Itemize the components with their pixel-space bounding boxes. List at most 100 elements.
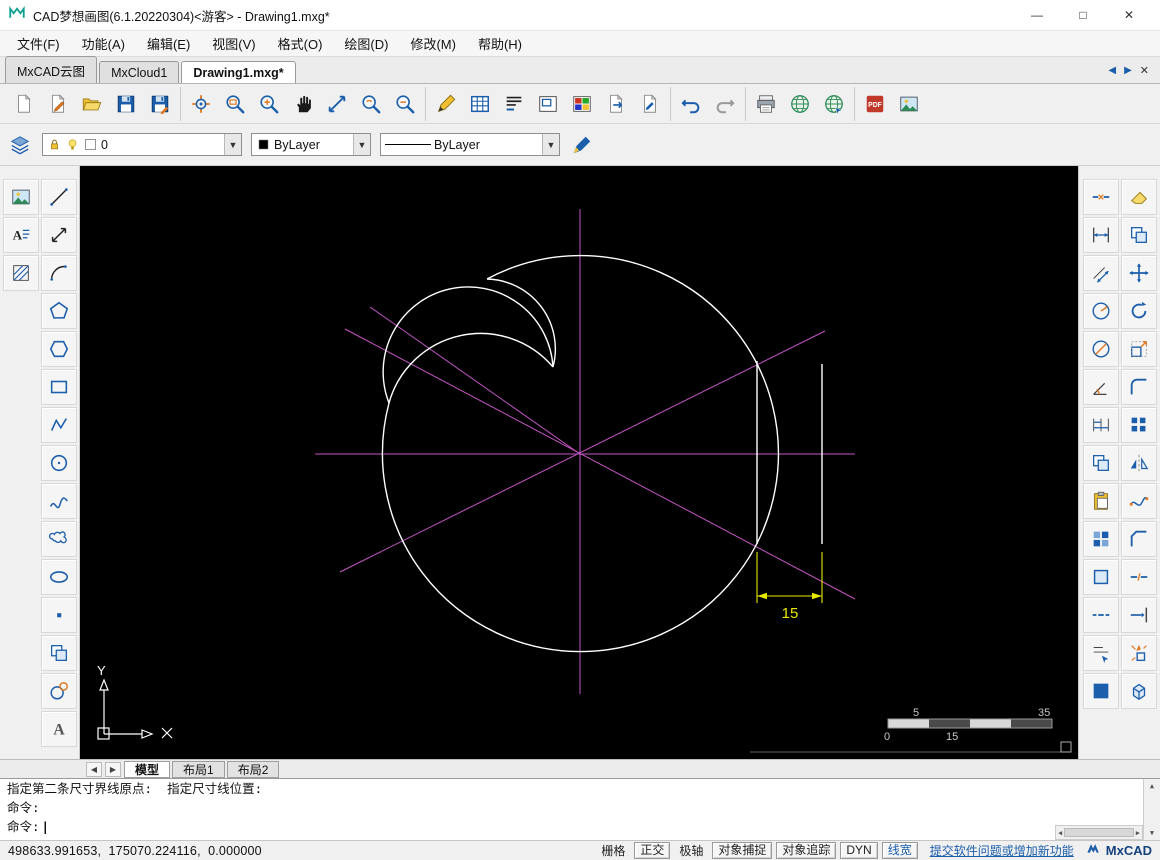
arc-icon[interactable] <box>40 255 77 291</box>
status-toggle-正交[interactable]: 正交 <box>634 842 671 859</box>
command-line-1[interactable]: 指定第二条尺寸界线原点: 指定尺寸线位置: <box>0 779 1143 798</box>
zoom-out-icon[interactable] <box>388 88 422 120</box>
save-as-icon[interactable] <box>143 88 177 120</box>
explode-icon[interactable] <box>1120 635 1157 671</box>
feedback-link[interactable]: 提交软件问题或增加新功能 <box>930 842 1074 859</box>
command-line-2[interactable]: 命令: <box>0 798 1143 817</box>
viewport-grip[interactable] <box>1060 741 1072 753</box>
copy-object-icon[interactable] <box>40 635 77 671</box>
rectangle-icon[interactable] <box>40 369 77 405</box>
measure-icon[interactable] <box>1082 597 1119 633</box>
command-vscrollbar[interactable]: ▲ ▼ <box>1143 779 1160 840</box>
layout-export-icon[interactable] <box>599 88 633 120</box>
insert-image-icon[interactable] <box>892 88 926 120</box>
close-button[interactable]: ✕ <box>1106 0 1152 30</box>
polygon-icon[interactable] <box>40 331 77 367</box>
dim-aligned-icon[interactable] <box>1082 255 1119 291</box>
export-pdf-icon[interactable]: PDF <box>858 88 892 120</box>
doc-tab-2[interactable]: MxCloud1 <box>99 61 180 83</box>
layout-scroll-right-icon[interactable]: ▶ <box>105 761 121 777</box>
copy-clip-icon[interactable] <box>1082 445 1119 481</box>
command-line-3[interactable]: 命令: | <box>0 817 1143 836</box>
fillet-icon[interactable] <box>1120 369 1157 405</box>
status-toggle-栅格[interactable]: 栅格 <box>596 842 630 859</box>
layout-tab-3[interactable]: 布局2 <box>226 760 280 778</box>
palette-icon[interactable] <box>565 88 599 120</box>
region-icon[interactable] <box>1082 559 1119 595</box>
menu-item-4[interactable]: 视图(V) <box>201 31 266 56</box>
spline-icon[interactable] <box>40 483 77 519</box>
menu-item-1[interactable]: 文件(F) <box>6 31 71 56</box>
stretch-icon[interactable] <box>40 217 77 253</box>
redo-icon[interactable] <box>708 88 742 120</box>
status-toggle-对象追踪[interactable]: 对象追踪 <box>776 842 837 859</box>
chamfer-icon[interactable] <box>1120 521 1157 557</box>
revcloud-icon[interactable] <box>40 521 77 557</box>
layer-dropdown-arrow-icon[interactable]: ▼ <box>224 134 241 155</box>
scale-icon[interactable] <box>1120 331 1157 367</box>
zoom-window-icon[interactable] <box>218 88 252 120</box>
doc-tab-1[interactable]: MxCAD云图 <box>5 56 98 83</box>
viewport-icon[interactable] <box>531 88 565 120</box>
move-icon[interactable] <box>1120 255 1157 291</box>
text-icon[interactable]: A <box>40 711 77 747</box>
tangent-circle-icon[interactable] <box>40 673 77 709</box>
copy-icon[interactable] <box>1120 217 1157 253</box>
layout-tab-2[interactable]: 布局1 <box>172 760 225 778</box>
minimize-button[interactable]: — <box>1014 0 1060 30</box>
trim-icon[interactable] <box>1082 179 1119 215</box>
paste-clip-icon[interactable] <box>1082 483 1119 519</box>
command-history[interactable]: 指定第二条尺寸界线原点: 指定尺寸线位置: 命令: 命令: | <box>0 779 1143 840</box>
maximize-button[interactable]: □ <box>1060 0 1106 30</box>
layer-manager-icon[interactable] <box>7 132 33 158</box>
menu-item-7[interactable]: 修改(M) <box>399 31 467 56</box>
scroll-right-icon[interactable]: ▶ <box>1136 829 1140 837</box>
extend-icon[interactable] <box>1120 597 1157 633</box>
circle-icon[interactable] <box>40 445 77 481</box>
status-toggle-线宽[interactable]: 线宽 <box>881 842 918 859</box>
mirror-icon[interactable] <box>1120 445 1157 481</box>
undo-icon[interactable] <box>674 88 708 120</box>
print-icon[interactable] <box>749 88 783 120</box>
line-icon[interactable] <box>40 179 77 215</box>
status-toggle-DYN[interactable]: DYN <box>840 842 878 859</box>
dim-diameter-icon[interactable] <box>1082 331 1119 367</box>
command-hscrollbar[interactable]: ◀ ▶ <box>1055 825 1143 840</box>
polyline-icon[interactable] <box>40 407 77 443</box>
publish-web-icon[interactable] <box>783 88 817 120</box>
hatch-icon[interactable] <box>2 255 39 291</box>
linetype-dropdown-arrow-icon[interactable]: ▼ <box>542 134 559 155</box>
save-icon[interactable] <box>109 88 143 120</box>
mtext-icon[interactable] <box>497 88 531 120</box>
dim-baseline-icon[interactable] <box>1082 407 1119 443</box>
dim-angular-icon[interactable] <box>1082 369 1119 405</box>
zoom-in-icon[interactable] <box>252 88 286 120</box>
doc-tab-3[interactable]: Drawing1.mxg* <box>181 61 296 83</box>
sketch-pen-icon[interactable] <box>41 88 75 120</box>
text-style-icon[interactable]: A <box>2 217 39 253</box>
array-icon[interactable] <box>1120 407 1157 443</box>
raster-image-icon[interactable] <box>2 179 39 215</box>
hscroll-thumb[interactable] <box>1064 828 1134 837</box>
erase-icon[interactable] <box>1120 179 1157 215</box>
tab-close-icon[interactable]: ✕ <box>1140 64 1149 77</box>
match-prop-icon[interactable] <box>1082 635 1119 671</box>
layout-scroll-left-icon[interactable]: ◀ <box>86 761 102 777</box>
menu-item-5[interactable]: 格式(O) <box>267 31 334 56</box>
dim-linear-icon[interactable] <box>1082 217 1119 253</box>
linetype-select[interactable]: ByLayer ▼ <box>380 133 560 156</box>
dim-radius-icon[interactable] <box>1082 293 1119 329</box>
scroll-down-icon[interactable]: ▼ <box>1150 829 1154 837</box>
menu-item-3[interactable]: 编辑(E) <box>136 31 201 56</box>
scroll-up-icon[interactable]: ▲ <box>1150 782 1154 790</box>
new-file-icon[interactable] <box>7 88 41 120</box>
pan-icon[interactable] <box>286 88 320 120</box>
tab-scroll-right-icon[interactable]: ▶ <box>1124 65 1132 76</box>
break-icon[interactable] <box>1120 559 1157 595</box>
color-dropdown-arrow-icon[interactable]: ▼ <box>353 134 370 155</box>
status-toggle-对象捕捉[interactable]: 对象捕捉 <box>712 842 773 859</box>
linetype-edit-icon[interactable] <box>569 132 595 158</box>
zoom-scale-icon[interactable] <box>320 88 354 120</box>
pentagon-icon[interactable] <box>40 293 77 329</box>
open-file-icon[interactable] <box>75 88 109 120</box>
